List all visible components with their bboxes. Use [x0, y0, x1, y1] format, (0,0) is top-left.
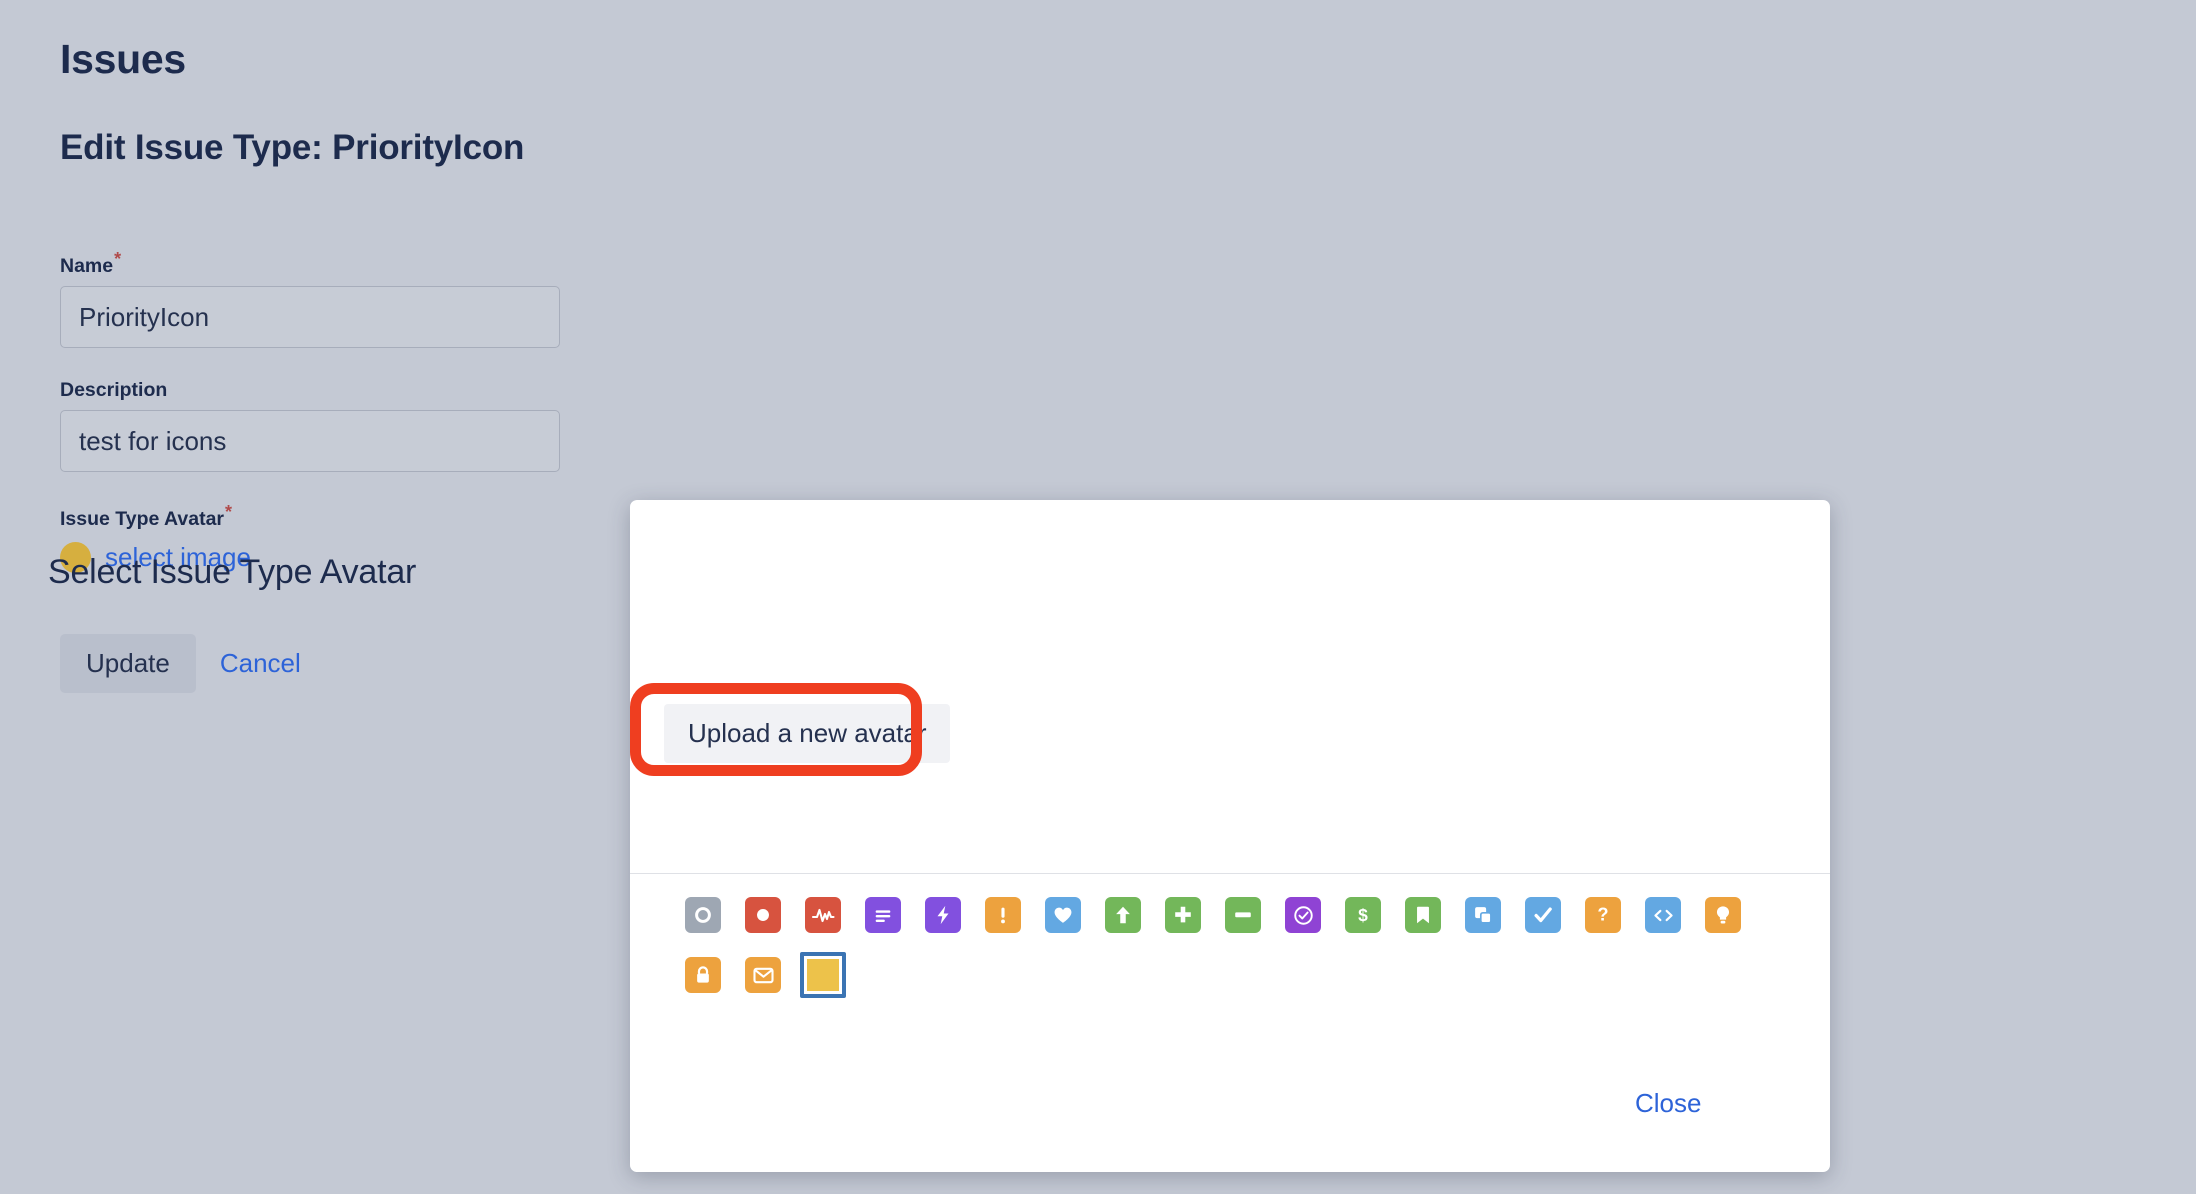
avatar-field-label: Issue Type Avatar* [60, 503, 232, 531]
select-avatar-modal [630, 500, 1830, 1172]
circle-filled-icon [745, 897, 781, 933]
page-subtitle: Edit Issue Type: PriorityIcon [60, 128, 525, 167]
modal-divider [630, 873, 1830, 874]
avatar-option[interactable] [1520, 892, 1566, 938]
required-asterisk-avatar: * [225, 501, 233, 522]
checkbox-icon [1525, 897, 1561, 933]
check-circle-icon [1285, 897, 1321, 933]
circle-outline-icon [685, 897, 721, 933]
upload-new-avatar-button[interactable]: Upload a new avatar [664, 704, 951, 763]
minus-icon [1225, 897, 1261, 933]
cancel-link[interactable]: Cancel [220, 648, 301, 679]
lock-icon [685, 957, 721, 993]
question-icon: ? [1585, 897, 1621, 933]
bookmark-icon [1405, 897, 1441, 933]
upload-avatar-area: Upload a new avatar [630, 683, 951, 776]
avatar-option[interactable] [1400, 892, 1446, 938]
copy-icon [1465, 897, 1501, 933]
exclamation-icon [985, 897, 1021, 933]
avatar-option[interactable]: $ [1340, 892, 1386, 938]
plus-icon [1165, 897, 1201, 933]
avatar-option[interactable] [1220, 892, 1266, 938]
blank-square-icon [807, 959, 839, 991]
avatar-option[interactable] [1100, 892, 1146, 938]
modal-title: Select Issue Type Avatar [48, 553, 417, 591]
avatar-option[interactable] [740, 952, 786, 998]
avatar-option[interactable] [1700, 892, 1746, 938]
avatar-option[interactable] [980, 892, 1026, 938]
name-label-text: Name [60, 255, 114, 277]
arrow-up-icon [1105, 897, 1141, 933]
dollar-icon: $ [1345, 897, 1381, 933]
svg-text:?: ? [1597, 904, 1608, 925]
description-input[interactable] [60, 410, 560, 472]
update-button[interactable]: Update [60, 634, 196, 693]
avatar-option[interactable] [1160, 892, 1206, 938]
avatar-option-selected[interactable] [800, 952, 846, 998]
svg-text:$: $ [1358, 905, 1368, 925]
avatar-label-text: Issue Type Avatar [60, 508, 225, 530]
avatar-option[interactable] [1460, 892, 1506, 938]
avatar-option[interactable] [1280, 892, 1326, 938]
avatar-option[interactable] [860, 892, 906, 938]
avatar-option[interactable] [1640, 892, 1686, 938]
code-icon [1645, 897, 1681, 933]
avatar-option[interactable] [1040, 892, 1086, 938]
name-field-label: Name* [60, 250, 121, 278]
avatar-icon-grid: $? [680, 892, 1780, 998]
page-title: Issues [60, 36, 186, 82]
avatar-option[interactable] [740, 892, 786, 938]
avatar-option[interactable] [680, 892, 726, 938]
avatar-option[interactable] [680, 952, 726, 998]
text-lines-icon [865, 897, 901, 933]
pulse-icon [805, 897, 841, 933]
avatar-option[interactable] [920, 892, 966, 938]
envelope-icon [745, 957, 781, 993]
description-field-label: Description [60, 379, 168, 401]
close-link[interactable]: Close [1635, 1088, 1701, 1119]
avatar-option[interactable] [800, 892, 846, 938]
heart-icon [1045, 897, 1081, 933]
lightbulb-icon [1705, 897, 1741, 933]
required-asterisk-name: * [114, 248, 122, 269]
avatar-option[interactable]: ? [1580, 892, 1626, 938]
name-input[interactable] [60, 286, 560, 348]
form-actions: Update Cancel [60, 634, 301, 693]
bolt-icon [925, 897, 961, 933]
